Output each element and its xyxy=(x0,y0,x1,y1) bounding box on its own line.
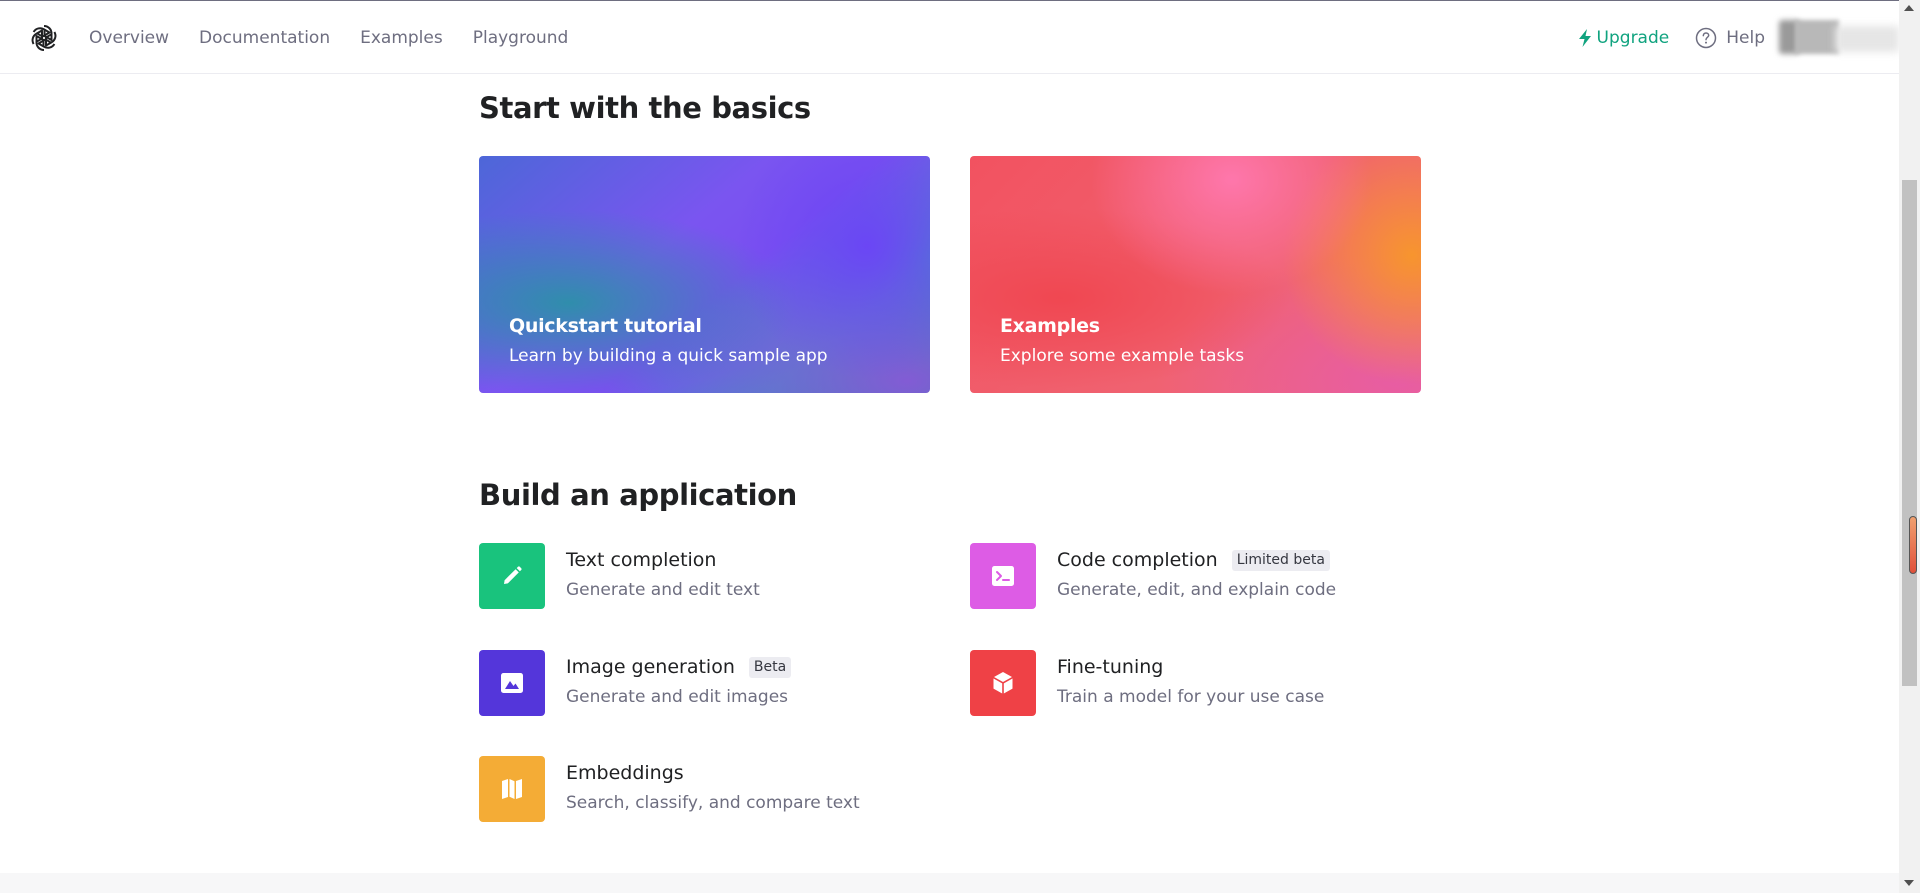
app-name: Image generation Beta xyxy=(566,656,792,678)
app-name: Embeddings xyxy=(566,762,684,784)
upgrade-label: Upgrade xyxy=(1596,28,1670,48)
map-icon xyxy=(479,756,545,822)
openai-logo-icon[interactable] xyxy=(28,22,60,54)
pencil-icon xyxy=(479,543,545,609)
app-name: Code completion Limited beta xyxy=(1057,549,1330,571)
app-description: Generate and edit images xyxy=(566,687,789,707)
app-name-text: Code completion xyxy=(1057,549,1218,571)
card-title: Examples xyxy=(1000,315,1100,337)
beta-badge: Beta xyxy=(748,656,792,678)
build-section-title: Build an application xyxy=(479,478,797,512)
app-text-completion[interactable]: Text completion Generate and edit text xyxy=(479,543,919,609)
app-description: Generate and edit text xyxy=(566,580,760,600)
help-button[interactable]: Help xyxy=(1695,27,1765,49)
card-description: Explore some example tasks xyxy=(1000,346,1245,366)
nav-playground[interactable]: Playground xyxy=(473,28,569,48)
app-fine-tuning[interactable]: Fine-tuning Train a model for your use c… xyxy=(970,650,1421,716)
scroll-down-arrow-icon[interactable] xyxy=(1904,880,1914,886)
card-title: Quickstart tutorial xyxy=(509,315,702,337)
app-name-text: Fine-tuning xyxy=(1057,656,1164,678)
app-description: Train a model for your use case xyxy=(1057,687,1325,707)
scroll-up-arrow-icon[interactable] xyxy=(1904,5,1914,11)
account-menu[interactable] xyxy=(1779,18,1899,58)
app-code-completion[interactable]: Code completion Limited beta Generate, e… xyxy=(970,543,1421,609)
app-description: Search, classify, and compare text xyxy=(566,793,860,813)
examples-card[interactable]: Examples Explore some example tasks xyxy=(970,156,1421,393)
image-icon xyxy=(479,650,545,716)
nav-examples[interactable]: Examples xyxy=(360,28,443,48)
header-actions: Upgrade Help xyxy=(1578,1,1899,75)
app-description: Generate, edit, and explain code xyxy=(1057,580,1337,600)
blurred-avatar-part xyxy=(1795,20,1839,54)
app-name-text: Text completion xyxy=(566,549,717,571)
nav-documentation[interactable]: Documentation xyxy=(199,28,330,48)
app-embeddings[interactable]: Embeddings Search, classify, and compare… xyxy=(479,756,919,822)
app-image-generation[interactable]: Image generation Beta Generate and edit … xyxy=(479,650,919,716)
card-description: Learn by building a quick sample app xyxy=(509,346,828,366)
cube-icon xyxy=(970,650,1036,716)
page: Overview Documentation Examples Playgrou… xyxy=(0,0,1920,893)
app-name-text: Image generation xyxy=(566,656,735,678)
scroll-position-marker xyxy=(1909,516,1917,574)
app-name-text: Embeddings xyxy=(566,762,684,784)
nav-overview[interactable]: Overview xyxy=(89,28,169,48)
scrollbar-thumb[interactable] xyxy=(1902,180,1917,686)
footer-strip xyxy=(0,873,1899,893)
app-name: Text completion xyxy=(566,549,716,571)
basics-section-title: Start with the basics xyxy=(479,91,811,125)
blurred-account-name xyxy=(1835,26,1899,52)
help-label: Help xyxy=(1726,28,1765,48)
main-nav: Overview Documentation Examples Playgrou… xyxy=(89,1,568,75)
terminal-icon xyxy=(970,543,1036,609)
upgrade-button[interactable]: Upgrade xyxy=(1578,28,1670,48)
lightning-bolt-icon xyxy=(1578,29,1591,47)
top-navigation-bar: Overview Documentation Examples Playgrou… xyxy=(0,0,1899,74)
quickstart-tutorial-card[interactable]: Quickstart tutorial Learn by building a … xyxy=(479,156,930,393)
vertical-scrollbar[interactable] xyxy=(1899,0,1920,893)
question-circle-icon xyxy=(1695,27,1717,49)
app-name: Fine-tuning xyxy=(1057,656,1163,678)
limited-beta-badge: Limited beta xyxy=(1231,549,1330,571)
